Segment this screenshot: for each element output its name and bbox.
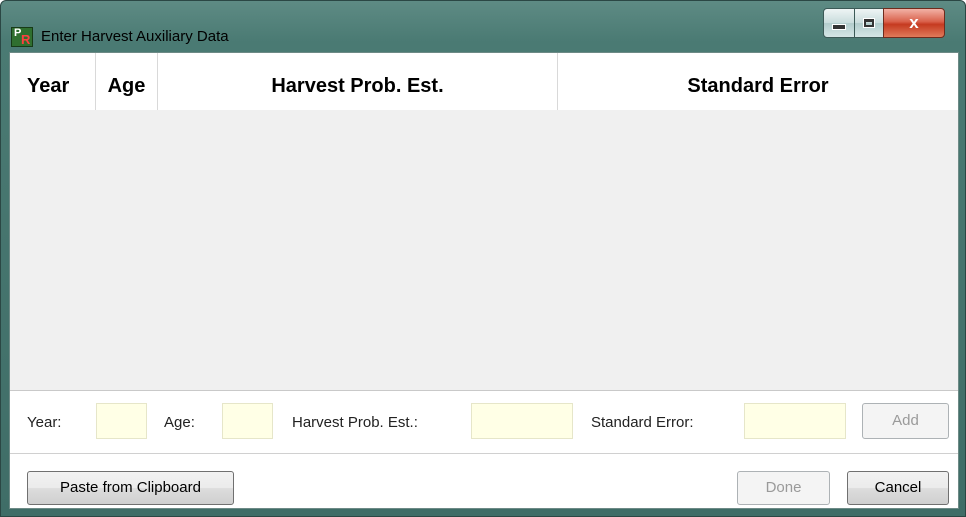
column-header-age[interactable]: Age bbox=[96, 53, 158, 110]
entry-row: Year: Age: Harvest Prob. Est.: Standard … bbox=[10, 391, 958, 454]
window-title: Enter Harvest Auxiliary Data bbox=[41, 28, 229, 45]
data-grid-body[interactable] bbox=[10, 110, 958, 391]
app-pr-icon: PR bbox=[11, 27, 33, 47]
year-input[interactable] bbox=[96, 403, 147, 439]
add-button[interactable]: Add bbox=[862, 403, 949, 439]
done-button[interactable]: Done bbox=[737, 471, 830, 505]
column-header-standard-error[interactable]: Standard Error bbox=[558, 53, 958, 110]
close-icon: x bbox=[909, 13, 919, 32]
cancel-button[interactable]: Cancel bbox=[847, 471, 949, 505]
minimize-button[interactable] bbox=[823, 8, 855, 38]
title-bar[interactable]: PR Enter Harvest Auxiliary Data x bbox=[1, 1, 965, 51]
standard-error-label: Standard Error: bbox=[591, 414, 694, 431]
paste-from-clipboard-button[interactable]: Paste from Clipboard bbox=[27, 471, 234, 505]
grid-header: Year Age Harvest Prob. Est. Standard Err… bbox=[10, 53, 958, 111]
action-row: Paste from Clipboard Done Cancel bbox=[10, 454, 958, 508]
age-input[interactable] bbox=[222, 403, 273, 439]
maximize-button[interactable] bbox=[854, 8, 884, 38]
age-label: Age: bbox=[164, 414, 195, 431]
dialog-client-area: Year Age Harvest Prob. Est. Standard Err… bbox=[9, 52, 959, 509]
column-header-harvest-prob-est[interactable]: Harvest Prob. Est. bbox=[158, 53, 558, 110]
minimize-icon bbox=[832, 24, 846, 30]
maximize-icon bbox=[863, 18, 875, 28]
column-header-year[interactable]: Year bbox=[10, 53, 96, 110]
year-label: Year: bbox=[27, 414, 62, 431]
harvest-prob-est-input[interactable] bbox=[471, 403, 573, 439]
dialog-window: PR Enter Harvest Auxiliary Data x Year A… bbox=[0, 0, 966, 517]
close-button[interactable]: x bbox=[883, 8, 945, 38]
standard-error-input[interactable] bbox=[744, 403, 846, 439]
harvest-prob-est-label: Harvest Prob. Est.: bbox=[292, 414, 418, 431]
